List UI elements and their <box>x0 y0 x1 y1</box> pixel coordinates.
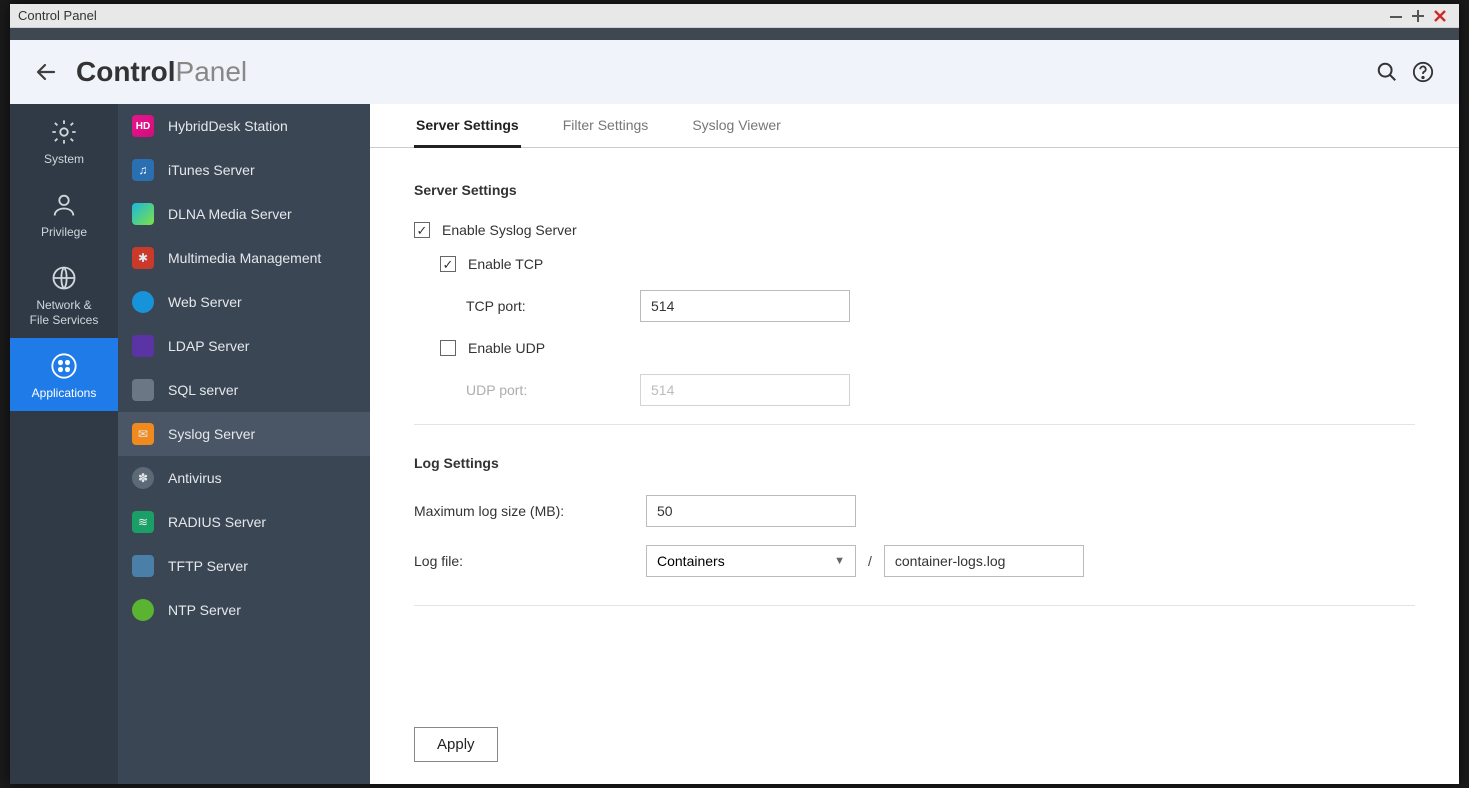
apps-icon <box>50 352 78 380</box>
control-panel-window: Control Panel ControlPanel <box>10 4 1459 784</box>
enable-tcp-row: Enable TCP <box>440 256 1415 272</box>
plus-icon <box>1411 9 1425 23</box>
dlna-icon <box>132 203 154 225</box>
sidebar-item-syslog[interactable]: ✉Syslog Server <box>118 412 370 456</box>
web-icon <box>132 291 154 313</box>
sidebar-item-applications[interactable]: Applications <box>10 338 118 411</box>
path-separator: / <box>868 553 872 569</box>
sidebar-item-multimedia[interactable]: ✱Multimedia Management <box>118 236 370 280</box>
tabs: Server Settings Filter Settings Syslog V… <box>370 104 1459 148</box>
sidebar-item-itunes[interactable]: ♫iTunes Server <box>118 148 370 192</box>
sidebar-item-network[interactable]: Network & File Services <box>10 250 118 338</box>
tab-server-settings[interactable]: Server Settings <box>414 117 521 148</box>
sidebar-item-hybriddesk[interactable]: HDHybridDesk Station <box>118 104 370 148</box>
radius-icon: ≋ <box>132 511 154 533</box>
footer: Apply <box>370 711 1459 784</box>
multimedia-icon: ✱ <box>132 247 154 269</box>
content-scroll[interactable]: Server Settings Enable Syslog Server Ena… <box>370 148 1459 711</box>
window-title: Control Panel <box>18 8 97 23</box>
antivirus-icon: ✽ <box>132 467 154 489</box>
minimize-icon <box>1389 9 1403 23</box>
sidebar-item-webserver[interactable]: Web Server <box>118 280 370 324</box>
divider-2 <box>414 605 1415 606</box>
log-file-name-input[interactable] <box>884 545 1084 577</box>
sql-icon <box>132 379 154 401</box>
sidebar-item-tftp[interactable]: TFTP Server <box>118 544 370 588</box>
enable-tcp-label: Enable TCP <box>468 256 543 272</box>
minimize-button[interactable] <box>1385 6 1407 26</box>
sidebar-item-sql[interactable]: SQL server <box>118 368 370 412</box>
ntp-icon <box>132 599 154 621</box>
sidebar-item-ntp[interactable]: NTP Server <box>118 588 370 632</box>
log-file-label: Log file: <box>414 553 634 569</box>
itunes-icon: ♫ <box>132 159 154 181</box>
sidebar-item-privilege[interactable]: Privilege <box>10 177 118 250</box>
log-file-folder-select[interactable]: Containers ▼ <box>646 545 856 577</box>
sidebar-primary: System Privilege Network & File Services… <box>10 104 118 784</box>
ldap-icon <box>132 335 154 357</box>
chevron-down-icon: ▼ <box>834 555 845 567</box>
tcp-port-row: TCP port: <box>466 290 1415 322</box>
tab-syslog-viewer[interactable]: Syslog Viewer <box>690 117 782 148</box>
search-icon <box>1376 61 1398 83</box>
log-settings-heading: Log Settings <box>414 455 1415 471</box>
globe-icon <box>50 264 78 292</box>
enable-syslog-checkbox[interactable] <box>414 222 430 238</box>
log-file-folder-value: Containers <box>657 553 725 569</box>
max-log-size-label: Maximum log size (MB): <box>414 503 634 519</box>
udp-port-input <box>640 374 850 406</box>
gear-icon <box>50 118 78 146</box>
divider <box>414 424 1415 425</box>
enable-udp-label: Enable UDP <box>468 340 545 356</box>
help-button[interactable] <box>1405 54 1441 90</box>
tab-filter-settings[interactable]: Filter Settings <box>561 117 651 148</box>
tftp-icon <box>132 555 154 577</box>
sidebar-item-ldap[interactable]: LDAP Server <box>118 324 370 368</box>
enable-tcp-checkbox[interactable] <box>440 256 456 272</box>
toolbar-strip <box>10 28 1459 40</box>
content-pane: Server Settings Filter Settings Syslog V… <box>370 104 1459 784</box>
back-button[interactable] <box>28 54 64 90</box>
page-title: ControlPanel <box>76 56 247 88</box>
syslog-icon: ✉ <box>132 423 154 445</box>
log-file-row: Log file: Containers ▼ / <box>414 545 1415 577</box>
titlebar: Control Panel <box>10 4 1459 28</box>
sidebar-secondary: HDHybridDesk Station ♫iTunes Server DLNA… <box>118 104 370 784</box>
sidebar-item-antivirus[interactable]: ✽Antivirus <box>118 456 370 500</box>
tcp-port-input[interactable] <box>640 290 850 322</box>
sidebar-item-system[interactable]: System <box>10 104 118 177</box>
server-settings-heading: Server Settings <box>414 182 1415 198</box>
header: ControlPanel <box>10 40 1459 104</box>
enable-udp-checkbox[interactable] <box>440 340 456 356</box>
udp-port-row: UDP port: <box>466 374 1415 406</box>
hybriddesk-icon: HD <box>132 115 154 137</box>
sidebar-item-dlna[interactable]: DLNA Media Server <box>118 192 370 236</box>
udp-port-label: UDP port: <box>466 382 640 398</box>
enable-syslog-row: Enable Syslog Server <box>414 222 1415 238</box>
back-arrow-icon <box>34 60 58 84</box>
help-icon <box>1412 61 1434 83</box>
max-log-size-row: Maximum log size (MB): <box>414 495 1415 527</box>
max-log-size-input[interactable] <box>646 495 856 527</box>
close-button[interactable] <box>1429 6 1451 26</box>
close-icon <box>1433 9 1447 23</box>
search-button[interactable] <box>1369 54 1405 90</box>
user-icon <box>50 191 78 219</box>
enable-udp-row: Enable UDP <box>440 340 1415 356</box>
apply-button[interactable]: Apply <box>414 727 498 762</box>
maximize-button[interactable] <box>1407 6 1429 26</box>
sidebar-item-radius[interactable]: ≋RADIUS Server <box>118 500 370 544</box>
tcp-port-label: TCP port: <box>466 298 640 314</box>
enable-syslog-label: Enable Syslog Server <box>442 222 577 238</box>
